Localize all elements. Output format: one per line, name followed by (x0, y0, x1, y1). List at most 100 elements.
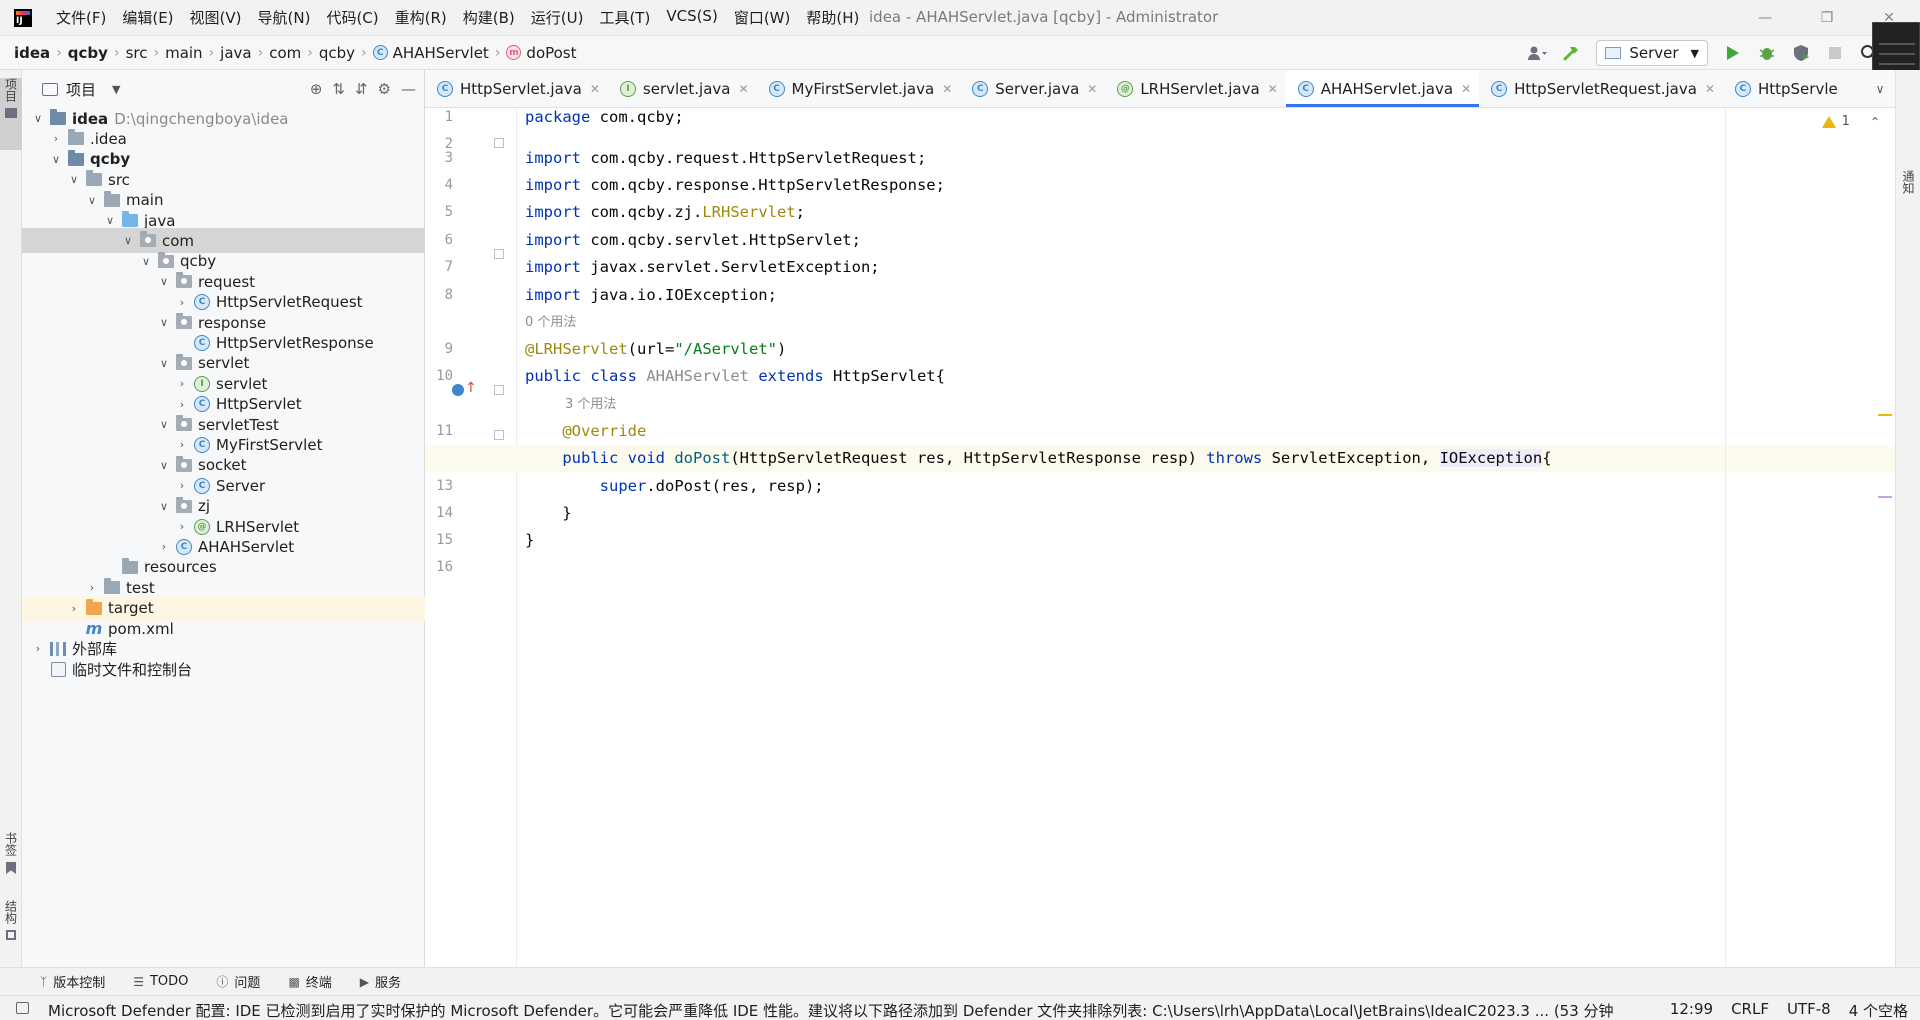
locate-target-icon[interactable]: ⊕ (310, 80, 323, 98)
close-tab-icon[interactable]: ✕ (1087, 82, 1097, 96)
chevron-down-icon[interactable]: ∨ (84, 194, 100, 207)
project-panel-title[interactable]: 项目 (66, 79, 96, 100)
chevron-right-icon[interactable]: › (66, 602, 82, 615)
stripe-structure-tab[interactable]: 结构 (0, 900, 22, 960)
breadcrumb-com[interactable]: com (269, 44, 301, 62)
menu-help[interactable]: 帮助(H) (798, 7, 867, 28)
debug-bug-icon[interactable] (1750, 36, 1784, 70)
tool-vcs[interactable]: ᛉ 版本控制 (40, 972, 105, 992)
chevron-right-icon[interactable]: › (84, 581, 100, 594)
chevron-down-icon[interactable]: ∨ (120, 234, 136, 247)
user-icon[interactable] (1520, 36, 1554, 70)
run-configuration-select[interactable]: Server ▼ (1596, 40, 1708, 66)
tabs-overflow-chevron-icon[interactable]: ∨ (1865, 70, 1895, 107)
editor-gutter[interactable]: 12345678910111213141516 (425, 108, 517, 967)
line-separator[interactable]: CRLF (1731, 1000, 1769, 1020)
editor-tab[interactable]: C HttpServletRequest.java ✕ (1479, 70, 1723, 107)
intellij-logo-icon[interactable]: IJ (14, 8, 32, 27)
run-icon[interactable] (1716, 36, 1750, 70)
editor-tab[interactable]: C Server.java ✕ (960, 70, 1105, 107)
tool-services[interactable]: ▶ 服务 (360, 972, 401, 992)
editor-tab[interactable]: C MyFirstServlet.java ✕ (757, 70, 961, 107)
menu-edit[interactable]: 编辑(E) (114, 7, 181, 28)
fold-marker-icon[interactable] (494, 385, 504, 395)
editor-tab[interactable]: @ LRHServlet.java ✕ (1105, 70, 1285, 107)
chevron-right-icon[interactable]: › (174, 520, 190, 533)
indent-setting[interactable]: 4 个空格 (1849, 1000, 1908, 1020)
scroll-marker[interactable] (1878, 496, 1892, 498)
chevron-right-icon[interactable]: › (174, 398, 190, 411)
editor-tab[interactable]: Iservlet.java ✕ (608, 70, 757, 107)
chevron-right-icon[interactable]: › (156, 540, 172, 553)
chevron-down-icon[interactable]: ∨ (30, 112, 46, 125)
chevron-down-icon[interactable]: ∨ (156, 418, 172, 431)
stripe-bookmarks-tab[interactable]: 书签 (0, 832, 22, 892)
breadcrumb-main[interactable]: main (165, 44, 202, 62)
chevron-right-icon[interactable]: › (174, 479, 190, 492)
breadcrumb-qcby[interactable]: qcby (68, 44, 108, 62)
chevron-right-icon[interactable]: › (48, 132, 64, 145)
close-tab-icon[interactable]: ✕ (942, 82, 952, 96)
editor-tab[interactable]: C HttpServlet.java ✕ (425, 70, 608, 107)
breadcrumb-java[interactable]: java (220, 44, 251, 62)
tree-node[interactable]: 临时文件和控制台 (22, 657, 425, 682)
chevron-down-icon[interactable]: ∨ (66, 173, 82, 186)
usage-hint[interactable]: 3 个用法 (565, 391, 616, 418)
override-marker-icon[interactable] (452, 384, 464, 396)
chevron-right-icon[interactable]: › (174, 438, 190, 451)
menu-view[interactable]: 视图(V) (182, 7, 250, 28)
gear-icon[interactable]: ⚙ (378, 80, 391, 98)
chevron-right-icon[interactable]: › (174, 377, 190, 390)
fold-marker-icon[interactable] (494, 249, 504, 259)
chevron-down-icon[interactable]: ▼ (112, 83, 120, 96)
chevron-down-icon[interactable]: ∨ (156, 459, 172, 472)
chevron-right-icon[interactable]: › (30, 642, 46, 655)
stripe-notifications-label[interactable]: 通知 (1900, 170, 1917, 194)
chevron-down-icon[interactable]: ∨ (138, 255, 154, 268)
collapse-all-icon[interactable]: ⇵ (355, 80, 368, 98)
stop-icon[interactable] (1818, 36, 1852, 70)
stripe-project-tab[interactable]: 项目 (0, 78, 22, 150)
status-message[interactable]: Microsoft Defender 配置: IDE 已检测到启用了实时保护的 … (48, 1000, 1613, 1020)
tool-todo[interactable]: ☰ TODO (133, 974, 188, 989)
inspection-widget[interactable]: 1 ⌃ (1821, 114, 1880, 129)
breadcrumb-method[interactable]: m doPost (506, 44, 577, 62)
fold-marker-icon[interactable] (494, 430, 504, 440)
close-tab-icon[interactable]: ✕ (1705, 82, 1715, 96)
close-tab-icon[interactable]: ✕ (738, 82, 748, 96)
breadcrumb-src[interactable]: src (126, 44, 148, 62)
coverage-shield-icon[interactable] (1784, 36, 1818, 70)
menu-window[interactable]: 窗口(W) (726, 7, 799, 28)
window-toggle-icon[interactable] (16, 1002, 29, 1014)
menu-build[interactable]: 构建(B) (455, 7, 523, 28)
chevron-down-icon[interactable]: ∨ (156, 275, 172, 288)
code-editor[interactable]: 12345678910111213141516 ↑ package com.qc… (425, 108, 1895, 967)
file-encoding[interactable]: UTF-8 (1787, 1000, 1831, 1020)
usage-hint[interactable]: 0 个用法 (525, 309, 576, 336)
chevron-down-icon[interactable]: ∨ (48, 153, 64, 166)
editor-tab[interactable]: C AHAHServlet.java ✕ (1285, 70, 1480, 107)
implements-arrow-icon[interactable]: ↑ (465, 380, 477, 396)
restore-button[interactable]: ❐ (1796, 0, 1858, 36)
chevron-down-icon[interactable]: ∨ (156, 357, 172, 370)
expand-all-icon[interactable]: ⇅ (332, 80, 345, 98)
chevron-up-icon[interactable]: ⌃ (1870, 115, 1880, 129)
caret-position[interactable]: 12:99 (1670, 1000, 1713, 1020)
tool-terminal[interactable]: ▩ 终端 (288, 972, 331, 992)
chevron-down-icon[interactable]: ∨ (156, 500, 172, 513)
menu-code[interactable]: 代码(C) (318, 7, 386, 28)
code-area[interactable]: package com.qcby; import com.qcby.reques… (425, 108, 1895, 967)
chevron-down-icon[interactable]: ∨ (102, 214, 118, 227)
chevron-right-icon[interactable]: › (174, 296, 190, 309)
menu-vcs[interactable]: VCS(S) (658, 7, 725, 28)
menu-refactor[interactable]: 重构(R) (387, 7, 455, 28)
chevron-down-icon[interactable]: ∨ (156, 316, 172, 329)
close-tab-icon[interactable]: ✕ (590, 82, 600, 96)
tool-problems[interactable]: ⓘ 问题 (216, 972, 260, 991)
breadcrumb-qcby-package[interactable]: qcby (319, 44, 355, 62)
warning-scroll-marker[interactable] (1878, 414, 1892, 416)
minimize-button[interactable]: — (1734, 0, 1796, 36)
menu-navigate[interactable]: 导航(N) (250, 7, 319, 28)
close-tab-icon[interactable]: ✕ (1461, 82, 1471, 96)
close-tab-icon[interactable]: ✕ (1268, 82, 1278, 96)
